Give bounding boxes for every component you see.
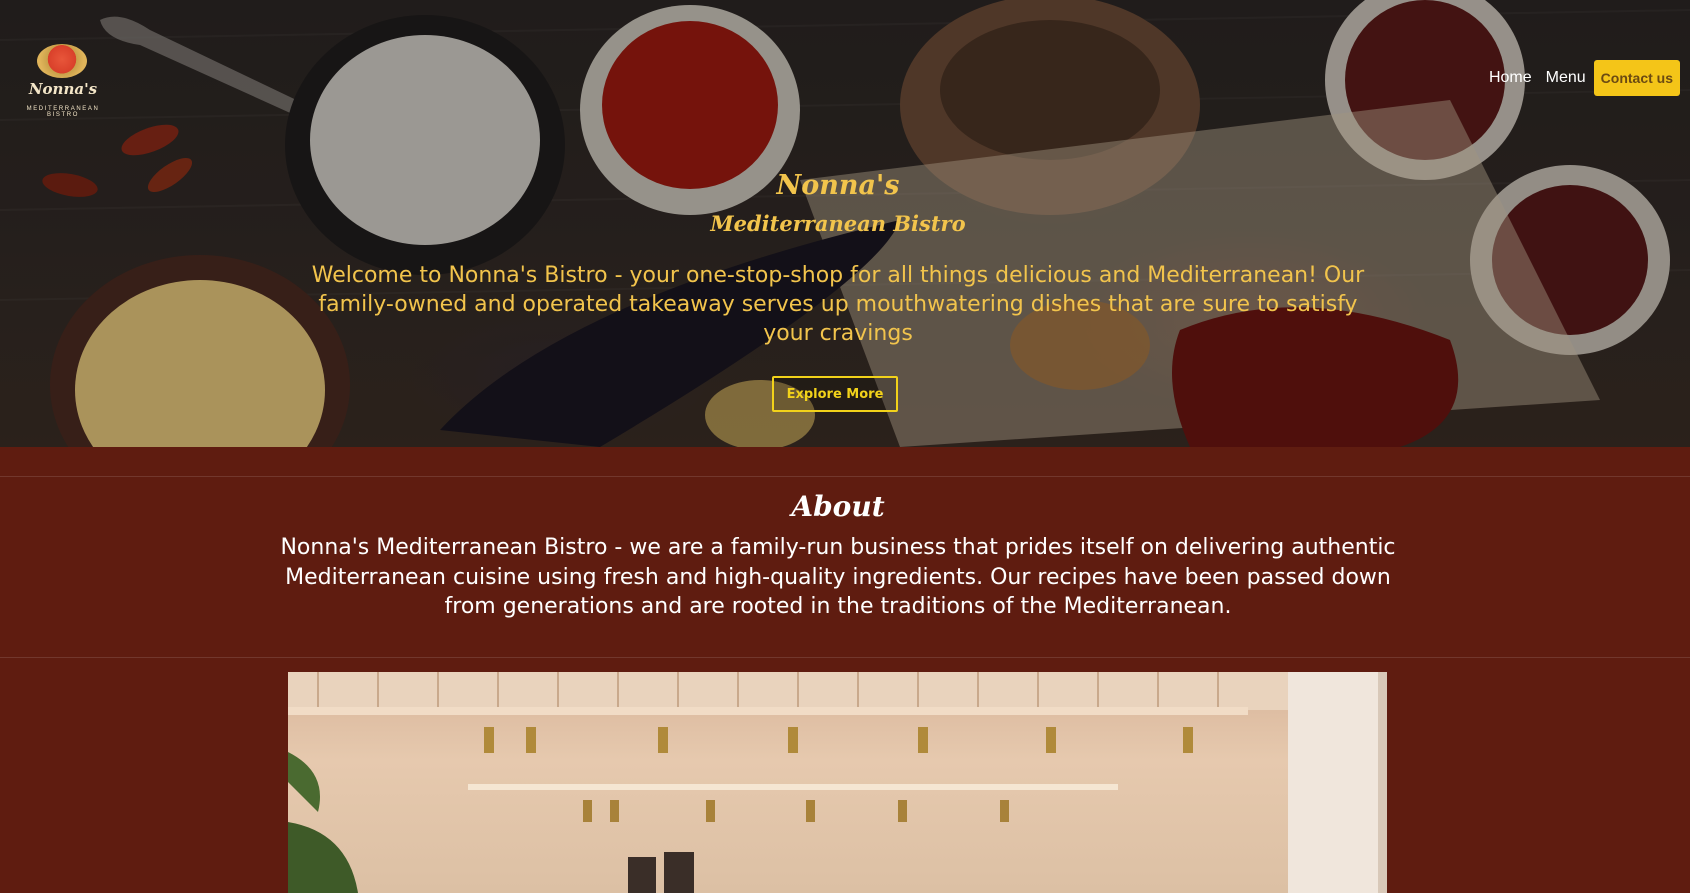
nav-menu-link[interactable]: Menu (1539, 69, 1593, 87)
logo-subtitle: MEDITERRANEAN BISTRO (26, 106, 100, 118)
logo-name: Nonna's (28, 80, 98, 98)
site-logo[interactable]: Nonna's MEDITERRANEAN BISTRO (26, 40, 100, 120)
main-nav: Home Menu Contact us (1482, 60, 1680, 96)
hero-title: Nonna's (776, 170, 900, 201)
hero-subtitle: Mediterranean Bistro (710, 211, 966, 236)
contact-us-button[interactable]: Contact us (1593, 60, 1680, 96)
explore-more-button[interactable]: Explore More (772, 376, 898, 412)
nav-home-link[interactable]: Home (1482, 69, 1539, 87)
hero-section: Nonna's MEDITERRANEAN BISTRO Home Menu C… (0, 0, 1690, 447)
section-divider (0, 476, 1690, 477)
about-text: Nonna's Mediterranean Bistro - we are a … (280, 535, 1396, 619)
pizza-logo-icon (37, 44, 87, 78)
about-title: About (791, 490, 885, 523)
restaurant-interior-image (288, 672, 1387, 893)
section-divider (0, 657, 1690, 658)
restaurant-interior-photo (288, 672, 1387, 893)
hero-welcome-text: Welcome to Nonna's Bistro - your one-sto… (311, 263, 1365, 346)
